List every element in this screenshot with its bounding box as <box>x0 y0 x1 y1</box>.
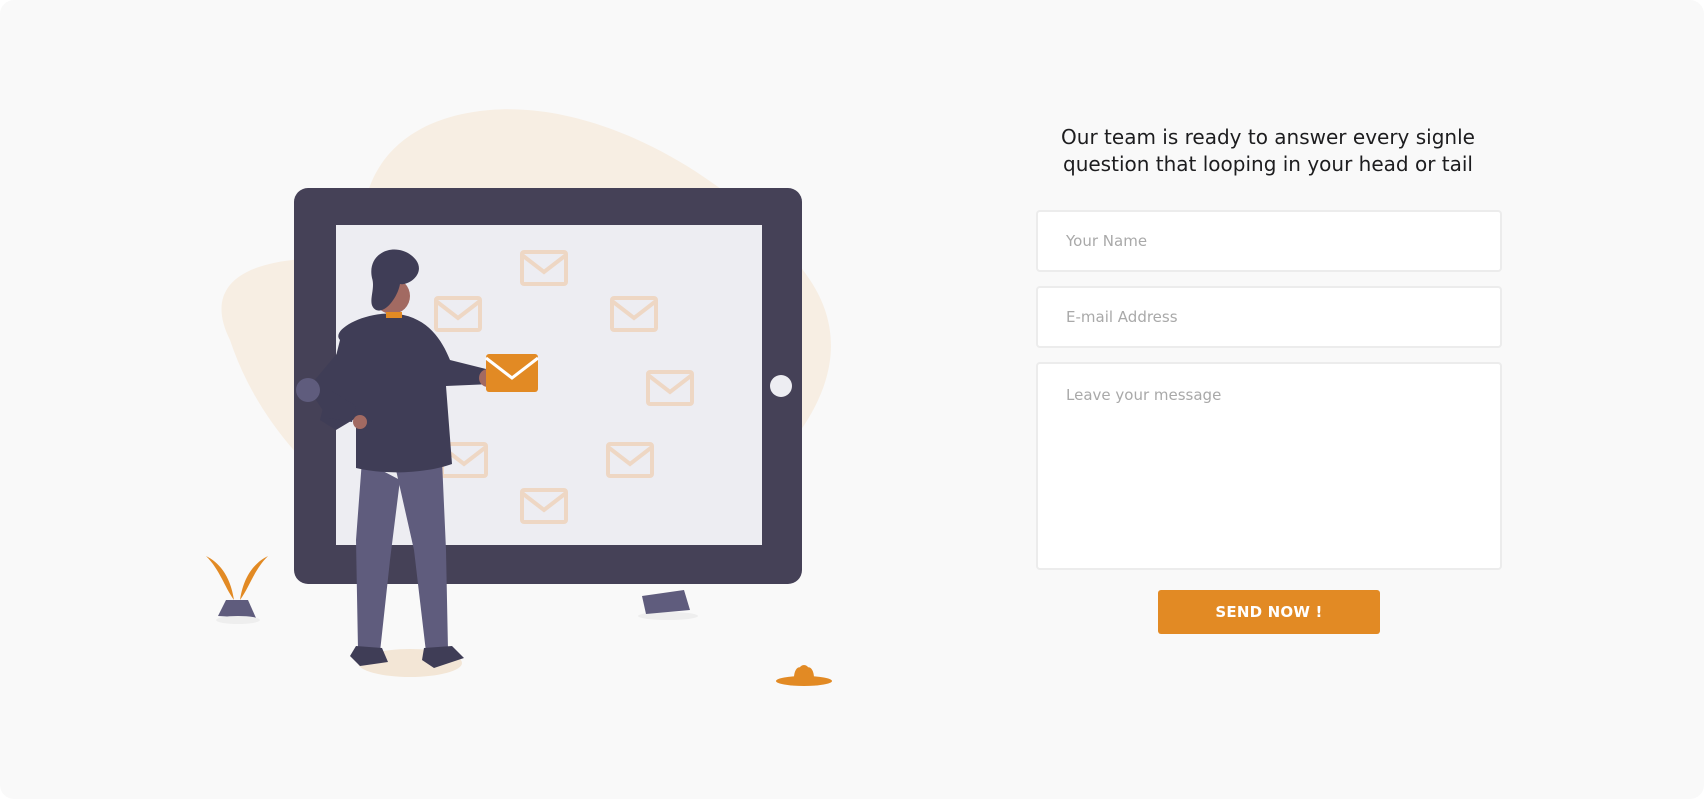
flower-icon <box>776 665 832 686</box>
message-field[interactable] <box>1036 362 1502 570</box>
contact-illustration <box>190 100 870 700</box>
send-button[interactable]: SEND NOW ! <box>1158 590 1380 634</box>
illustration-svg <box>206 109 832 686</box>
contact-card: Our team is ready to answer every signle… <box>0 0 1704 799</box>
contact-heading: Our team is ready to answer every signle… <box>1061 125 1475 176</box>
email-field[interactable] <box>1036 286 1502 348</box>
rock-icon <box>638 590 698 620</box>
envelope-icon <box>485 354 539 392</box>
plant-icon <box>206 556 268 624</box>
name-field[interactable] <box>1036 210 1502 272</box>
